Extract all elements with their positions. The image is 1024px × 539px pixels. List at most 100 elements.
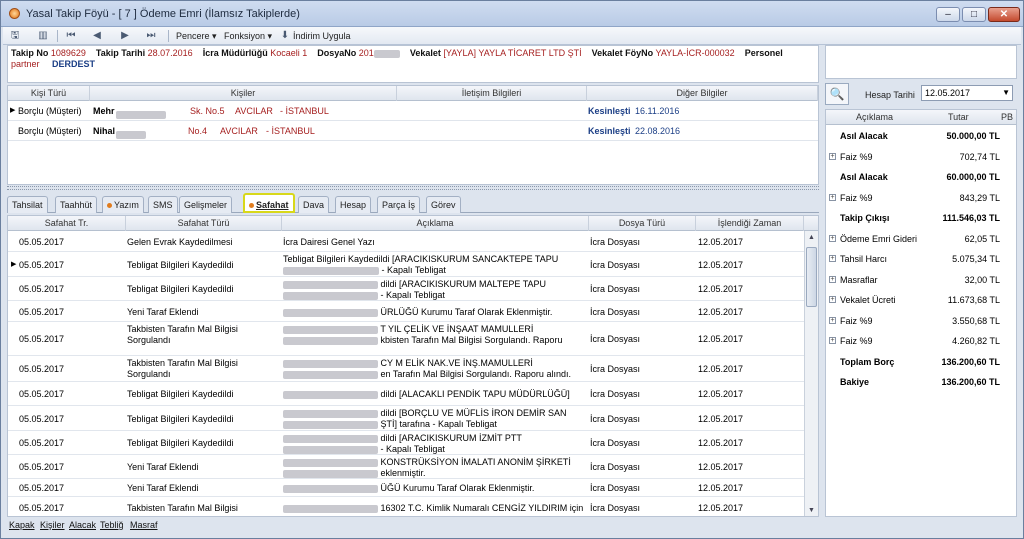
- tab-dava[interactable]: Dava: [298, 196, 330, 213]
- col-kisiler[interactable]: Kişiler: [90, 86, 397, 101]
- tab-taahhut[interactable]: Taahhüt: [55, 196, 98, 213]
- event-description: dildi [ARACIKISKURUM İZMİT PTT - Kapalı …: [283, 433, 589, 455]
- col-pb[interactable]: PB: [1001, 112, 1013, 122]
- col-diger[interactable]: Diğer Bilgiler: [587, 86, 818, 101]
- link-teblig[interactable]: Tebliğ: [100, 520, 124, 530]
- col-safahat-tarihi[interactable]: Safahat Tr.: [8, 216, 126, 231]
- event-description: dildi [BORÇLU VE MÜFLİS İRON DEMİR SAN Ş…: [283, 408, 589, 430]
- col-tutar[interactable]: Tutar: [948, 112, 969, 122]
- fonksiyon-menu[interactable]: Fonksiyon ▾: [224, 29, 272, 43]
- link-alacak[interactable]: Alacak: [69, 520, 96, 530]
- first-record-icon[interactable]: ⏮: [65, 30, 77, 42]
- chevron-down-icon[interactable]: ▼: [1002, 86, 1010, 100]
- scroll-up-icon[interactable]: ▲: [805, 231, 818, 244]
- main-window: Yasal Takip Föyü - [ 7 ] Ödeme Emri (İla…: [0, 0, 1024, 539]
- close-button[interactable]: ✕: [988, 7, 1020, 22]
- account-row[interactable]: Asıl Alacak 60.000,00 TL: [826, 167, 1016, 187]
- account-row[interactable]: + Faiz %9 702,74 TL: [826, 147, 1016, 167]
- col-dosya-turu[interactable]: Dosya Türü: [589, 216, 696, 231]
- delete-icon[interactable]: ▥: [37, 30, 49, 42]
- splitter[interactable]: [7, 186, 819, 190]
- current-row-icon: ▶: [11, 261, 17, 268]
- col-aciklama-hesap[interactable]: Açıklama: [856, 112, 893, 122]
- event-row[interactable]: 05.05.2017 Takbisten Tarafın Mal Bilgisi S…: [8, 356, 804, 382]
- col-iletisim[interactable]: İletişim Bilgileri: [397, 86, 587, 101]
- event-type: Tebligat Bilgileri Kaydedildi: [127, 414, 234, 424]
- event-row[interactable]: 05.05.2017 Takbisten Tarafın Mal Bilgisi S…: [8, 322, 804, 356]
- previous-record-icon[interactable]: ◀: [91, 30, 103, 42]
- col-islendigi-zaman[interactable]: İşlendiği Zaman: [696, 216, 804, 231]
- parties-grid: Kişi Türü Kişiler İletişim Bilgileri Diğ…: [7, 85, 819, 185]
- search-icon[interactable]: 🔍: [825, 83, 849, 105]
- col-kisi-turu[interactable]: Kişi Türü: [8, 86, 90, 101]
- account-row[interactable]: Asıl Alacak 50.000,00 TL: [826, 126, 1016, 146]
- last-record-icon[interactable]: ⏭: [145, 30, 157, 42]
- expand-icon[interactable]: +: [829, 337, 836, 344]
- expand-icon[interactable]: +: [829, 255, 836, 262]
- party-row[interactable]: ▶ Borçlu (Müşteri) Mehr Sk. No.5 AVCILAR…: [8, 101, 818, 121]
- expand-icon[interactable]: +: [829, 296, 836, 303]
- account-row[interactable]: + Masraflar 32,00 TL: [826, 270, 1016, 290]
- discount-icon: ⬇: [280, 30, 290, 41]
- tab-hesap[interactable]: Hesap: [335, 196, 372, 213]
- event-type: Gelen Evrak Kaydedilmesi: [127, 237, 233, 247]
- col-aciklama[interactable]: Açıklama: [282, 216, 589, 231]
- maximize-button[interactable]: □: [962, 7, 986, 22]
- account-grid-header: Açıklama Tutar PB: [826, 110, 1016, 125]
- expand-icon[interactable]: +: [829, 193, 836, 201]
- expand-icon[interactable]: +: [829, 275, 836, 283]
- tab-tahsilat[interactable]: Tahsilat: [7, 196, 48, 213]
- account-row[interactable]: + Faiz %9 4.260,82 TL: [826, 331, 1016, 351]
- account-row[interactable]: Bakiye 136.200,60 TL: [826, 372, 1016, 392]
- link-kapak[interactable]: Kapak: [9, 520, 35, 530]
- party-row[interactable]: Borçlu (Müşteri) Nihal No.4 AVCILAR - İS…: [8, 121, 818, 141]
- bottom-nav: Kapak Kişiler Alacak Tebliğ Masraf: [3, 517, 1021, 537]
- events-scrollbar[interactable]: ▲ ▼: [804, 231, 818, 516]
- next-record-icon[interactable]: ▶: [119, 30, 131, 42]
- event-description: T YIL ÇELİK VE İNŞAAT MAMULLERİ kbisten …: [283, 324, 589, 346]
- account-row[interactable]: Takip Çıkışı 111.546,03 TL: [826, 208, 1016, 228]
- event-row[interactable]: 05.05.2017 Yeni Taraf Eklendi ÜĞÜ Kurumu …: [8, 479, 804, 497]
- col-safahat-turu[interactable]: Safahat Türü: [126, 216, 282, 231]
- event-description: dildi [ARACIKISKURUM MALTEPE TAPU - Kapa…: [283, 279, 589, 301]
- hesap-tarihi-input[interactable]: 12.05.2017 ▼: [921, 85, 1013, 101]
- expand-icon[interactable]: +: [829, 316, 836, 324]
- link-kisiler[interactable]: Kişiler: [40, 520, 65, 530]
- event-description: ÜRLÜĞÜ Kurumu Taraf Olarak Eklenmiştir.: [283, 307, 589, 318]
- account-row[interactable]: + Vekalet Ücreti 11.673,68 TL: [826, 290, 1016, 310]
- event-row[interactable]: ▶ 05.05.2017 Tebligat Bilgileri Kaydedildi…: [8, 252, 804, 277]
- account-row[interactable]: Toplam Borç 136.200,60 TL: [826, 352, 1016, 372]
- hesap-tarihi-label: Hesap Tarihi: [865, 90, 915, 100]
- event-row[interactable]: 05.05.2017 Tebligat Bilgileri Kaydedildi …: [8, 382, 804, 406]
- tab-gelismeler[interactable]: Gelişmeler: [179, 196, 233, 213]
- expand-icon[interactable]: +: [829, 234, 836, 242]
- tab-sms[interactable]: SMS: [148, 196, 178, 213]
- account-row[interactable]: + Faiz %9 843,29 TL: [826, 188, 1016, 208]
- pencere-menu[interactable]: Pencere ▾: [176, 29, 217, 43]
- scroll-thumb[interactable]: [806, 247, 817, 307]
- save-icon[interactable]: 🖫: [9, 30, 21, 42]
- account-panel-header: [825, 45, 1017, 79]
- event-type: Takbisten Tarafın Mal Bilgisi Sorgulandı: [127, 324, 238, 345]
- event-row[interactable]: 05.05.2017 Tebligat Bilgileri Kaydedildi …: [8, 431, 804, 455]
- account-row[interactable]: + Tahsil Harcı 5.075,34 TL: [826, 249, 1016, 269]
- expand-icon[interactable]: +: [829, 152, 836, 160]
- event-type: Tebligat Bilgileri Kaydedildi: [127, 389, 234, 399]
- event-row[interactable]: 05.05.2017 Tebligat Bilgileri Kaydedildi …: [8, 277, 804, 301]
- tab-bar: Tahsilat Taahhüt Yazım SMS Gelişmeler Sa…: [7, 192, 819, 213]
- account-row[interactable]: + Ödeme Emri Gideri 62,05 TL: [826, 229, 1016, 249]
- event-row[interactable]: 05.05.2017 Tebligat Bilgileri Kaydedildi …: [8, 406, 804, 431]
- event-row[interactable]: 05.05.2017 Takbisten Tarafın Mal Bilgisi …: [8, 497, 804, 516]
- minimize-button[interactable]: –: [936, 7, 960, 22]
- tab-parca-is[interactable]: Parça İş: [377, 196, 421, 213]
- tab-yazim[interactable]: Yazım: [102, 196, 144, 213]
- event-row[interactable]: 05.05.2017 Gelen Evrak Kaydedilmesi İcra D…: [8, 231, 804, 252]
- tab-gorev[interactable]: Görev: [426, 196, 461, 213]
- scroll-down-icon[interactable]: ▼: [805, 504, 818, 516]
- indirim-uygula-button[interactable]: İndirim Uygula: [293, 29, 351, 43]
- link-masraf[interactable]: Masraf: [130, 520, 158, 530]
- event-row[interactable]: 05.05.2017 Yeni Taraf Eklendi ÜRLÜĞÜ Kuru…: [8, 301, 804, 322]
- tab-safahat[interactable]: Safahat: [243, 193, 295, 213]
- event-row[interactable]: 05.05.2017 Yeni Taraf Eklendi KONSTRÜKSİY…: [8, 455, 804, 479]
- account-row[interactable]: + Faiz %9 3.550,68 TL: [826, 311, 1016, 331]
